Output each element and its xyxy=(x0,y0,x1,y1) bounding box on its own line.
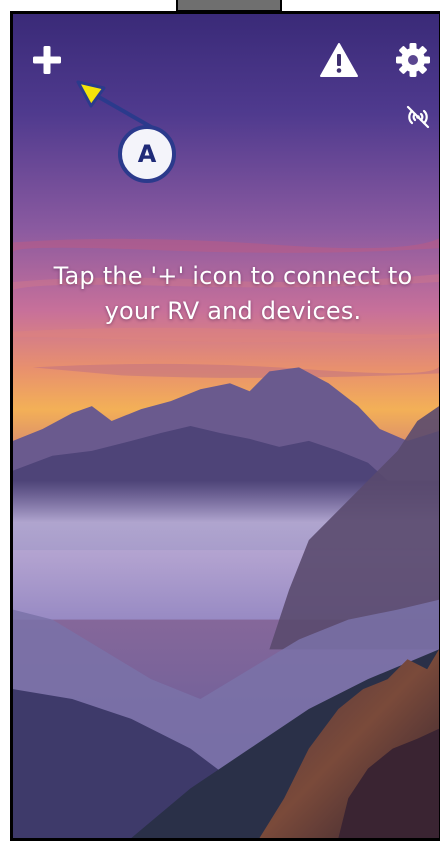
no-signal-icon xyxy=(406,105,430,129)
connection-status xyxy=(403,102,433,132)
settings-button[interactable] xyxy=(391,38,435,82)
plus-icon xyxy=(33,46,61,74)
gear-icon xyxy=(396,43,430,77)
alerts-button[interactable] xyxy=(317,38,361,82)
warning-triangle-icon xyxy=(320,43,358,77)
annotation-label: A xyxy=(137,140,157,168)
annotation-badge-a: A xyxy=(118,125,176,183)
empty-state-message: Tap the '+' icon to connect to your RV a… xyxy=(53,262,413,325)
top-tab-notch xyxy=(176,0,282,12)
